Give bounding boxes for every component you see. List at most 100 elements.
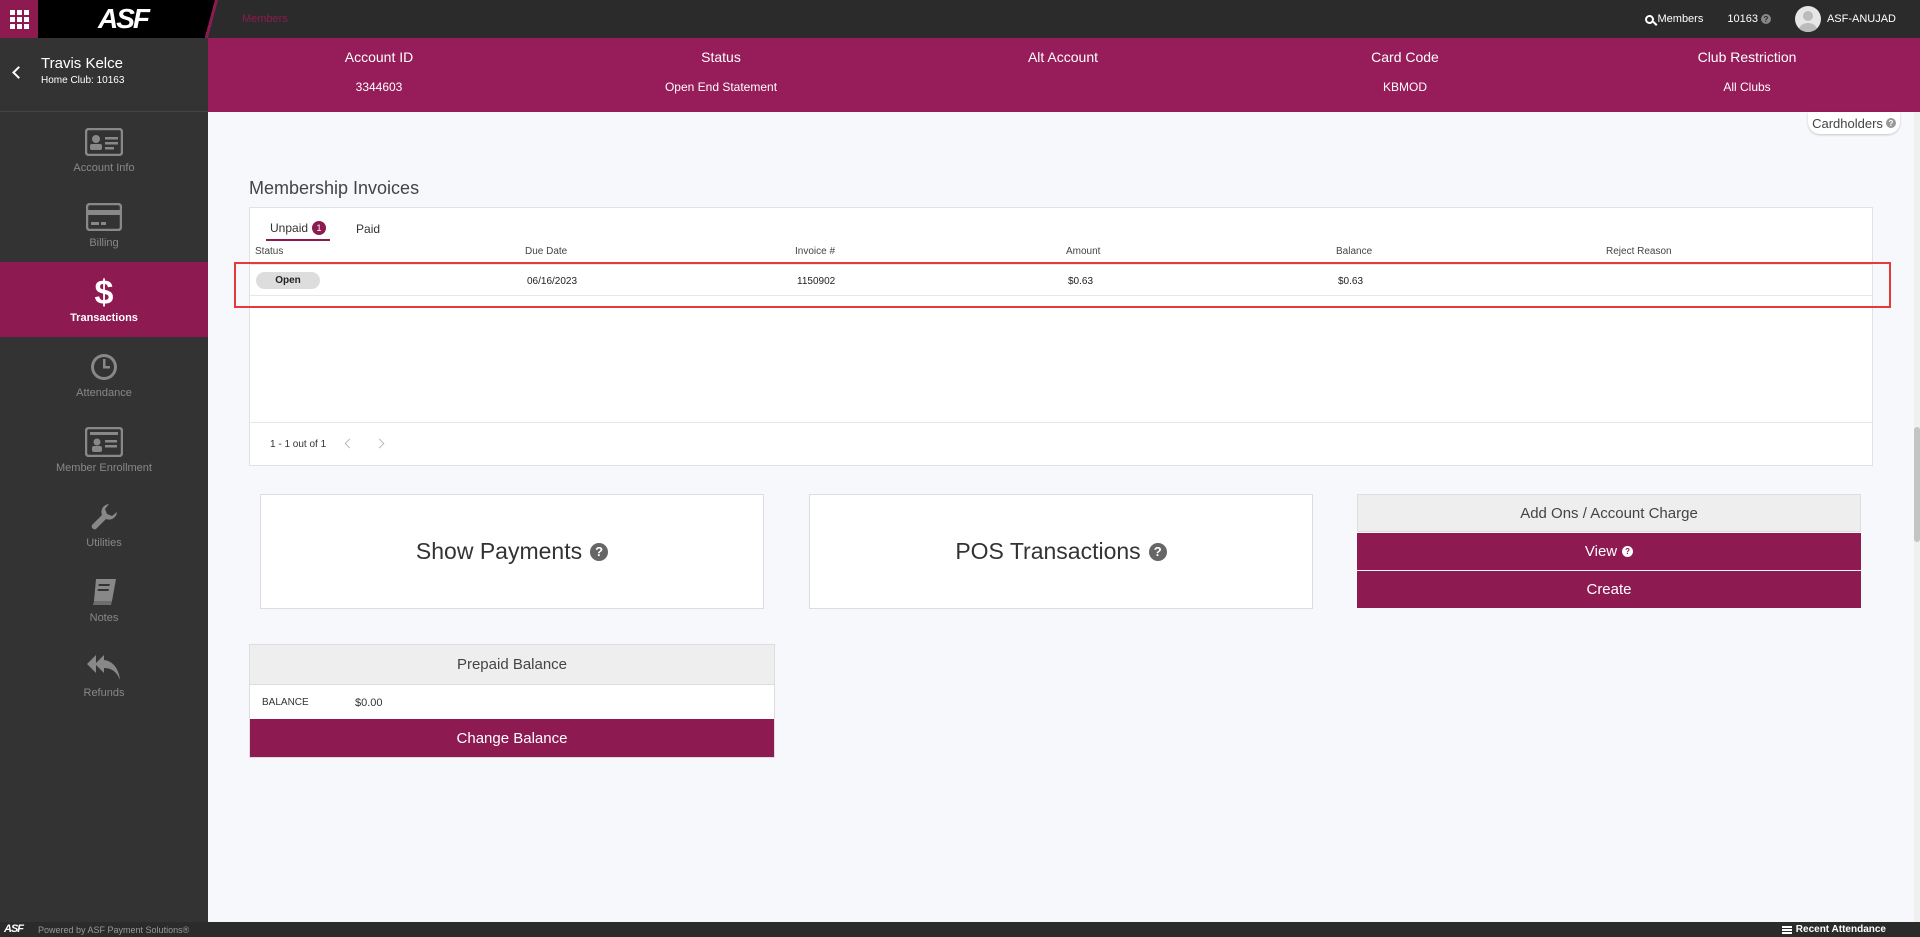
reply-all-icon: [86, 651, 122, 683]
breadcrumb[interactable]: Members: [242, 13, 288, 25]
powered-by-text: Powered by ASF Payment Solutions®: [38, 925, 190, 935]
sidebar: Travis Kelce Home Club: 10163 Account In…: [0, 38, 208, 922]
notebook-icon: [90, 576, 118, 608]
recent-attendance-label: Recent Attendance: [1795, 924, 1886, 935]
help-icon[interactable]: ?: [590, 542, 609, 561]
top-bar: ASF Members Members 10163 ? ASF-ANUJAD: [0, 0, 1920, 38]
help-icon[interactable]: ?: [1148, 542, 1167, 561]
sidebar-item-member-enrollment[interactable]: Member Enrollment: [0, 412, 208, 487]
alt-account-column: Alt Account: [892, 38, 1234, 80]
club-restriction-value: All Clubs: [1723, 80, 1771, 94]
tab-unpaid-label: Unpaid: [270, 221, 309, 235]
apps-grid-button[interactable]: [0, 0, 38, 38]
prepaid-balance-panel: Prepaid Balance BALANCE $0.00 Change Bal…: [249, 644, 775, 758]
recent-attendance-link[interactable]: Recent Attendance: [1781, 924, 1886, 935]
column-header-invoice[interactable]: Invoice #: [795, 246, 835, 257]
sidebar-item-label: Billing: [89, 236, 119, 249]
account-id-value: 3344603: [355, 80, 403, 94]
club-selector[interactable]: 10163 ?: [1727, 13, 1771, 25]
member-header: Travis Kelce Home Club: 10163: [0, 38, 208, 112]
card-code-column: Card Code KBMOD: [1234, 38, 1576, 94]
tab-paid-label: Paid: [356, 222, 381, 236]
addons-title: Add Ons / Account Charge: [1357, 494, 1861, 532]
search-icon: [1644, 14, 1654, 24]
list-icon: [1781, 925, 1792, 935]
dollar-icon: $: [93, 275, 115, 309]
sidebar-item-notes[interactable]: Notes: [0, 562, 208, 637]
cardholders-tab[interactable]: Cardholders ?: [1808, 112, 1900, 134]
sidebar-item-billing[interactable]: Billing: [0, 187, 208, 262]
column-header-balance[interactable]: Balance: [1336, 246, 1372, 257]
status-column: Status Open End Statement: [550, 38, 892, 94]
view-addons-button[interactable]: View ?: [1357, 533, 1861, 570]
pagination-count: 1 - 1 out of 1: [270, 439, 327, 450]
sidebar-item-utilities[interactable]: Utilities: [0, 487, 208, 562]
help-icon[interactable]: ?: [1760, 14, 1771, 24]
help-icon[interactable]: ?: [1622, 546, 1634, 557]
enroll-card-icon: [85, 426, 123, 458]
clock-icon: [89, 351, 119, 383]
balance-label: BALANCE: [262, 697, 309, 708]
user-menu[interactable]: ASF-ANUJAD: [1794, 6, 1896, 32]
credit-card-icon: [86, 201, 122, 233]
column-header-status[interactable]: Status: [255, 246, 283, 257]
addons-panel: Add Ons / Account Charge View ? Create: [1357, 494, 1861, 609]
prepaid-title: Prepaid Balance: [250, 645, 774, 685]
chevron-left-icon[interactable]: [12, 66, 25, 79]
sidebar-item-label: Attendance: [76, 386, 132, 399]
change-balance-button[interactable]: Change Balance: [250, 719, 774, 757]
cardholders-label: Cardholders: [1812, 115, 1883, 131]
chevron-right-icon[interactable]: [374, 438, 385, 449]
scrollbar[interactable]: [1914, 112, 1920, 922]
avatar: [1794, 6, 1821, 32]
tab-paid[interactable]: Paid: [352, 214, 384, 241]
scroll-thumb[interactable]: [1914, 427, 1920, 542]
pos-transactions-card[interactable]: POS Transactions ?: [809, 494, 1313, 609]
sidebar-item-label: Notes: [89, 611, 119, 624]
sidebar-item-account-info[interactable]: Account Info: [0, 112, 208, 187]
create-addon-button[interactable]: Create: [1357, 571, 1861, 608]
footer: ASF Powered by ASF Payment Solutions® Re…: [0, 922, 1920, 937]
club-id: 10163: [1727, 13, 1758, 25]
id-card-icon: [85, 126, 123, 158]
wrench-icon: [89, 501, 119, 533]
highlight-box: [234, 262, 1891, 308]
account-id-column: Account ID 3344603: [208, 38, 550, 94]
column-header-due-date[interactable]: Due Date: [525, 246, 567, 257]
top-right-menu: Members 10163 ? ASF-ANUJAD: [1644, 0, 1920, 38]
card-code-header: Card Code: [1371, 49, 1439, 65]
sidebar-item-transactions[interactable]: $ Transactions: [0, 262, 208, 337]
invoice-tabs: Unpaid 1 Paid: [266, 214, 406, 241]
chevron-left-icon[interactable]: [344, 438, 355, 449]
pos-transactions-label: POS Transactions: [955, 538, 1141, 564]
member-home-club: Home Club: 10163: [41, 75, 125, 86]
footer-logo: ASF: [4, 923, 24, 935]
balance-value: $0.00: [355, 697, 383, 709]
invoices-title: Membership Invoices: [249, 178, 420, 198]
balance-row: BALANCE $0.00: [250, 685, 774, 721]
column-header-amount[interactable]: Amount: [1066, 246, 1100, 257]
grid-icon: [9, 9, 29, 29]
sidebar-item-label: Member Enrollment: [56, 461, 152, 474]
member-name: Travis Kelce: [41, 55, 123, 72]
status-header: Status: [701, 49, 741, 65]
show-payments-card[interactable]: Show Payments ?: [260, 494, 764, 609]
view-button-label: View: [1584, 543, 1618, 560]
sidebar-item-attendance[interactable]: Attendance: [0, 337, 208, 412]
card-code-value: KBMOD: [1382, 80, 1427, 94]
help-icon[interactable]: ?: [1885, 118, 1896, 128]
logo[interactable]: ASF: [38, 0, 208, 38]
unpaid-count-badge: 1: [312, 221, 327, 235]
sidebar-item-refunds[interactable]: Refunds: [0, 637, 208, 712]
column-header-reject-reason[interactable]: Reject Reason: [1606, 246, 1672, 257]
club-restriction-header: Club Restriction: [1697, 49, 1797, 65]
members-search-label: Members: [1657, 13, 1704, 25]
invoices-panel: Unpaid 1 Paid Status Due Date Invoice # …: [249, 207, 1873, 466]
pagination: 1 - 1 out of 1: [250, 422, 1872, 466]
tab-unpaid[interactable]: Unpaid 1: [266, 214, 331, 241]
create-button-label: Create: [1586, 581, 1632, 598]
members-search-link[interactable]: Members: [1644, 13, 1704, 25]
account-id-header: Account ID: [344, 49, 414, 65]
logo-divider: [204, 0, 218, 38]
account-summary-band: Account ID 3344603 Status Open End State…: [208, 38, 1920, 112]
